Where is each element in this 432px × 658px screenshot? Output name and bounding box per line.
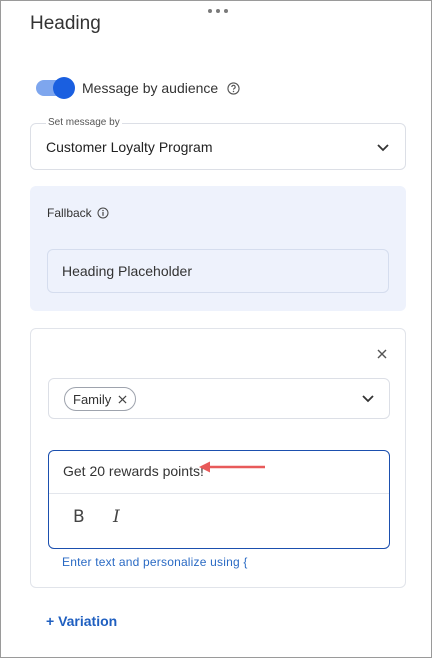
panel-title: Heading bbox=[30, 13, 101, 34]
set-message-by-select[interactable]: Set message by Customer Loyalty Program bbox=[30, 117, 406, 170]
annotation-arrow-icon bbox=[199, 461, 265, 473]
close-icon[interactable] bbox=[376, 348, 388, 360]
add-variation-button[interactable]: + Variation bbox=[46, 613, 117, 629]
info-circle-icon[interactable] bbox=[97, 207, 109, 219]
editor-hint: Enter text and personalize using { bbox=[62, 555, 248, 569]
audience-chip: Family bbox=[64, 387, 137, 411]
fallback-label-row: Fallback bbox=[47, 206, 109, 220]
bold-button[interactable]: B bbox=[73, 507, 85, 527]
chevron-down-icon bbox=[362, 395, 374, 403]
select-value: Customer Loyalty Program bbox=[46, 139, 213, 155]
editor-divider bbox=[49, 493, 389, 494]
fallback-input[interactable]: Heading Placeholder bbox=[47, 249, 389, 293]
question-circle-icon[interactable] bbox=[227, 81, 240, 95]
drag-handle-icon[interactable] bbox=[208, 9, 228, 15]
message-by-audience-toggle[interactable] bbox=[36, 77, 75, 99]
fallback-label: Fallback bbox=[47, 206, 92, 220]
editor-text[interactable]: Get 20 rewards points! bbox=[63, 463, 204, 479]
italic-button[interactable]: I bbox=[113, 507, 120, 527]
toggle-knob bbox=[53, 77, 75, 99]
select-legend: Set message by bbox=[46, 117, 122, 128]
chip-label: Family bbox=[73, 391, 112, 407]
variation-card: Family Get 20 rewards points! B I Enter … bbox=[30, 328, 406, 588]
remove-chip-icon[interactable] bbox=[118, 394, 127, 404]
audience-toggle-row: Message by audience bbox=[36, 77, 240, 99]
fallback-section: Fallback Heading Placeholder bbox=[30, 186, 406, 311]
toggle-label: Message by audience bbox=[82, 80, 219, 96]
personalization-panel: Heading Message by audience Set message … bbox=[0, 0, 432, 658]
audience-select[interactable]: Family bbox=[48, 378, 390, 419]
chevron-down-icon bbox=[377, 144, 389, 152]
